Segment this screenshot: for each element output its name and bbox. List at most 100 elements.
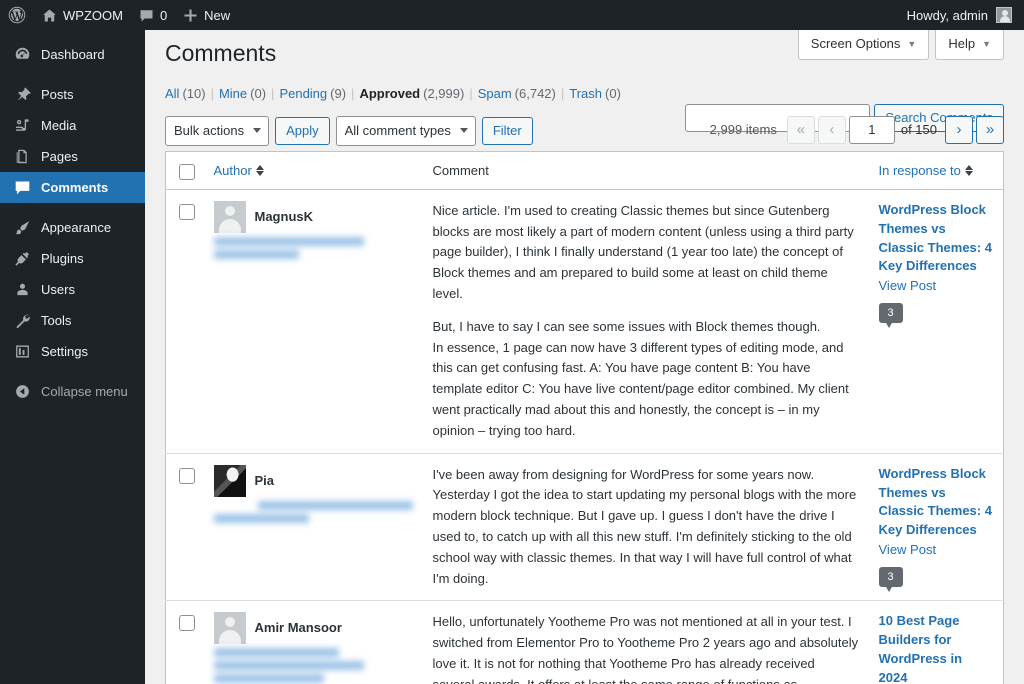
sidebar-item-label: Media [41,118,77,133]
my-account-menu[interactable]: Howdy, admin [899,0,1020,30]
author-cell: Pia [203,452,423,601]
sidebar-collapse-label: Collapse menu [41,384,128,399]
response-post-link[interactable]: 10 Best Page Builders for WordPress in 2… [879,612,994,684]
screen-options-button[interactable]: Screen Options ▼ [797,30,930,61]
next-page-button[interactable]: › [945,115,973,144]
chevron-down-icon [459,127,468,133]
sidebar-item-label: Appearance [41,220,112,235]
author-cell: MagnusK [204,189,423,453]
view-post-link[interactable]: View Post [879,542,994,557]
filter-mine[interactable]: Mine (0) | [219,81,279,107]
row-checkbox[interactable] [179,467,195,484]
filter-mine-link[interactable]: Mine [219,81,247,107]
filter-all-link[interactable]: All [165,81,179,107]
main-content: Screen Options ▼ Help ▼ Comments All (10… [145,30,1024,684]
sidebar-item-settings[interactable]: Settings [0,336,145,367]
sort-arrows-icon [964,164,973,176]
redacted-email [213,236,364,246]
filter-separator: | [351,85,355,101]
table-row: Pia I've been away from designing for Wo… [165,452,1004,601]
screen-options-label: Screen Options [810,36,901,51]
filter-spam-link[interactable]: Spam [478,81,512,107]
sidebar-item-dashboard[interactable]: Dashboard [0,39,145,70]
comment-paragraph: Nice article. I'm used to creating Class… [432,202,854,302]
response-post-link[interactable]: WordPress Block Themes vs Classic Themes… [879,201,994,276]
new-label: New [204,7,231,23]
filter-separator: | [271,85,275,101]
new-content-menu[interactable]: New [175,0,238,30]
prev-page-button[interactable]: ‹ [817,115,846,144]
pin-icon [12,86,32,103]
comment-paragraph: Hello, unfortunately Yootheme Pro was no… [432,614,859,684]
sidebar-item-label: Dashboard [41,47,105,62]
page-wrap: Comments All (10) | Mine (0) | Pending (… [145,30,1024,684]
pagination: 2,999 items « ‹ 1 of 150 › » [709,115,1004,144]
author-name: Pia [254,472,275,488]
sidebar-item-pages[interactable]: Pages [0,141,145,172]
sort-by-author-link[interactable]: Author [214,163,264,178]
author-name: MagnusK [254,208,314,224]
screen-meta-links: Screen Options ▼ Help ▼ [797,30,1004,61]
author-header-label: Author [213,162,252,178]
comment-type-select[interactable]: All comment types [335,115,476,146]
filter-all[interactable]: All (10) | [165,81,219,107]
filter-all-count: (10) [182,85,206,101]
plus-icon [183,8,198,23]
site-name-menu[interactable]: WPZOOM [34,0,131,30]
help-label: Help [948,36,976,51]
dashboard-icon [12,46,32,63]
comment-bubble-icon [12,179,32,196]
help-button[interactable]: Help ▼ [935,30,1004,61]
sort-by-response-link[interactable]: In response to [879,163,973,178]
sidebar-item-appearance[interactable]: Appearance [0,212,145,243]
bulk-actions-select[interactable]: Bulk actions [165,115,270,146]
wrench-icon [12,312,32,329]
sidebar-item-label: Settings [41,344,88,359]
filter-trash-link[interactable]: Trash [569,81,602,107]
table-head: Author Comment In response to [165,151,1004,190]
first-page-button[interactable]: « [786,115,815,144]
filter-approved-count: (2,999) [423,85,465,101]
redacted-ip [213,513,309,523]
sidebar-item-plugins[interactable]: Plugins [0,243,145,274]
sidebar-item-tools[interactable]: Tools [0,305,145,336]
media-icon [12,117,32,134]
user-icon [12,281,32,298]
current-page-input[interactable]: 1 [848,115,895,144]
redacted-extra [213,674,324,684]
filter-button[interactable]: Filter [481,116,533,145]
sidebar-item-posts[interactable]: Posts [0,79,145,110]
avatar [213,612,246,645]
filter-approved-link[interactable]: Approved [359,81,420,107]
table-body: MagnusK Nice article. I'm used to creati… [165,189,1004,684]
row-checkbox[interactable] [179,203,195,220]
sidebar-item-comments[interactable]: Comments [0,172,153,203]
pages-icon [12,148,32,165]
wordpress-logo-button[interactable] [0,0,34,30]
bulk-actions-group: Bulk actions Apply All comment types Fil… [165,115,533,146]
redacted-email [213,648,339,658]
redacted-ip [213,249,299,259]
filter-pending-link[interactable]: Pending [279,81,327,107]
view-post-link[interactable]: View Post [879,278,994,293]
comments-bubble-menu[interactable]: 0 [131,0,175,30]
filter-spam[interactable]: Spam (6,742) | [478,81,570,107]
response-cell: 10 Best Page Builders for WordPress in 2… [868,600,1004,684]
row-checkbox[interactable] [179,615,195,632]
select-all-checkbox[interactable] [179,163,195,180]
items-count: 2,999 items [709,122,777,138]
filter-trash[interactable]: Trash (0) [569,81,621,107]
avatar [996,7,1012,23]
comment-header: Comment [422,151,869,190]
apply-button[interactable]: Apply [275,116,330,145]
sidebar-item-media[interactable]: Media [0,110,145,141]
sidebar-item-users[interactable]: Users [0,274,145,305]
filter-pending[interactable]: Pending (9) | [279,81,359,107]
post-comment-count-badge[interactable]: 3 [878,303,903,329]
sidebar-collapse-button[interactable]: Collapse menu [0,376,145,407]
last-page-button[interactable]: » [976,115,1004,144]
filter-approved[interactable]: Approved (2,999) | [359,81,477,107]
table-row: MagnusK Nice article. I'm used to creati… [166,189,1004,453]
response-post-link[interactable]: WordPress Block Themes vs Classic Themes… [879,465,994,540]
post-comment-count-badge[interactable]: 3 [878,567,903,593]
